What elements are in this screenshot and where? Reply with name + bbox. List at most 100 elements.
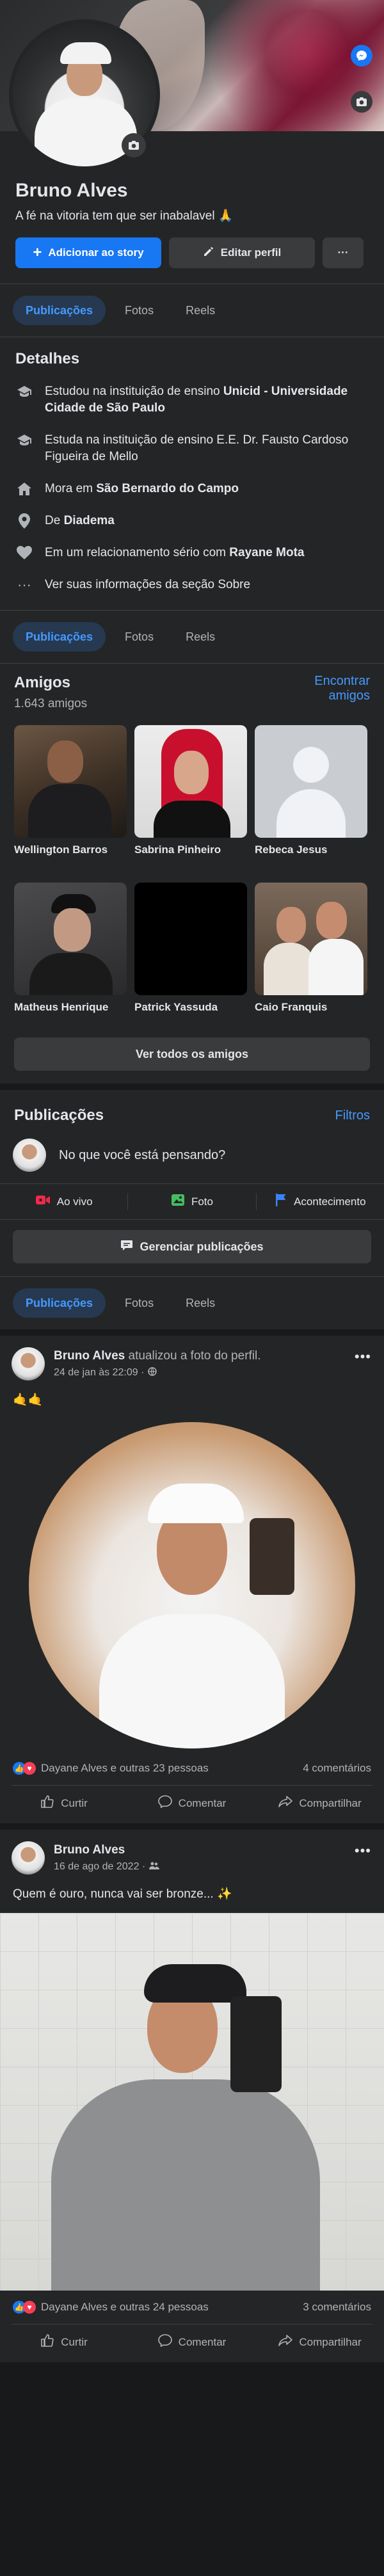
edit-profile-label: Editar perfil — [220, 246, 282, 259]
friend-card[interactable]: Rebeca Jesus — [255, 725, 367, 871]
quick-actions: Ao vivo Foto Acontecimento — [0, 1184, 384, 1219]
messenger-icon[interactable] — [351, 45, 372, 67]
reactions-bar[interactable]: 👍 ♥ Dayane Alves e outras 23 pessoas 4 c… — [0, 1752, 384, 1785]
share-button[interactable]: Compartilhar — [256, 2333, 384, 2351]
globe-icon — [148, 1366, 157, 1379]
post-image[interactable] — [0, 1913, 384, 2291]
details-section: Detalhes Estudou na instituição de ensin… — [0, 337, 384, 610]
friend-name[interactable]: Caio Franquis — [255, 1000, 367, 1028]
detail-text: Estuda na instituição de ensino E.E. Dr.… — [45, 433, 349, 463]
comments-count[interactable]: 3 comentários — [303, 2301, 371, 2314]
post-date[interactable]: 16 de ago de 2022 · — [54, 1861, 145, 1873]
reactions-bar[interactable]: 👍 ♥ Dayane Alves e outras 24 pessoas 3 c… — [0, 2291, 384, 2324]
like-label: Curtir — [61, 2335, 88, 2348]
like-button[interactable]: Curtir — [0, 2333, 128, 2351]
plus-icon: + — [33, 244, 42, 261]
comments-count[interactable]: 4 comentários — [303, 1762, 371, 1775]
tab-publicacoes[interactable]: Publicações — [13, 1288, 106, 1318]
post-author[interactable]: Bruno Alves — [54, 1843, 125, 1857]
friend-name[interactable]: Patrick Yassuda — [134, 1000, 247, 1028]
profile-name: Bruno Alves — [15, 180, 128, 201]
post-text: Quem é ouro, nunca vai ser bronze... ✨ — [13, 1887, 232, 1901]
details-title: Detalhes — [15, 350, 80, 367]
camera-icon[interactable] — [351, 91, 372, 113]
detail-bold[interactable]: São Bernardo do Campo — [96, 482, 239, 495]
like-label: Curtir — [61, 1796, 88, 1809]
event-label: Acontecimento — [294, 1195, 366, 1208]
friend-photo[interactable] — [14, 883, 127, 995]
photo-button[interactable]: Foto — [128, 1193, 255, 1210]
post-author[interactable]: Bruno Alves — [54, 1349, 125, 1363]
friend-photo-placeholder[interactable] — [255, 725, 367, 838]
profile-header: Bruno Alves A fé na vitoria tem que ser … — [0, 0, 384, 337]
share-button[interactable]: Compartilhar — [256, 1795, 384, 1812]
detail-item: Em um relacionamento sério com Rayane Mo… — [15, 545, 369, 561]
detail-item: Estudou na instituição de ensino Unicid … — [15, 383, 369, 417]
manage-posts-button[interactable]: Gerenciar publicações — [13, 1230, 371, 1263]
tab-publicacoes[interactable]: Publicações — [13, 622, 106, 652]
post-date[interactable]: 24 de jan às 22:09 · — [54, 1367, 144, 1379]
filters-link[interactable]: Filtros — [335, 1108, 370, 1123]
detail-item: Mora em São Bernardo do Campo — [15, 481, 369, 497]
default-avatar-icon — [293, 747, 329, 783]
like-button[interactable]: Curtir — [0, 1795, 128, 1812]
see-all-friends-button[interactable]: Ver todos os amigos — [14, 1037, 370, 1071]
post-card: Bruno Alves 16 de ago de 2022 · ••• Quem… — [0, 1830, 384, 2362]
friends-count: 1.643 amigos — [14, 697, 88, 710]
post-image[interactable] — [0, 1419, 384, 1752]
composer-input[interactable]: No que você está pensando? — [59, 1148, 225, 1163]
friend-name[interactable]: Sabrina Pinheiro — [134, 843, 247, 871]
more-options-button[interactable]: ··· — [323, 237, 364, 268]
live-button[interactable]: Ao vivo — [0, 1193, 127, 1210]
avatar[interactable] — [12, 1841, 45, 1875]
comment-icon — [157, 1795, 172, 1811]
tab-publicacoes[interactable]: Publicações — [13, 296, 106, 325]
friend-photo[interactable] — [14, 725, 127, 838]
detail-bold[interactable]: Rayane Mota — [229, 546, 304, 559]
add-story-button[interactable]: + Adicionar ao story — [15, 237, 161, 268]
friend-card[interactable]: Caio Franquis — [255, 883, 367, 1028]
thumbs-up-icon — [40, 1795, 54, 1812]
avatar[interactable] — [13, 1139, 46, 1172]
posts-tabs: Publicações Fotos Reels — [0, 1277, 384, 1329]
location-pin-icon — [15, 513, 33, 529]
detail-text: Em um relacionamento sério com — [45, 546, 230, 559]
tab-fotos[interactable]: Fotos — [112, 296, 166, 325]
friend-name[interactable]: Wellington Barros — [14, 843, 127, 871]
event-button[interactable]: Acontecimento — [257, 1193, 384, 1210]
friend-name[interactable]: Rebeca Jesus — [255, 843, 367, 871]
comment-button[interactable]: Comentar — [128, 2333, 256, 2351]
find-friends-link[interactable]: Encontrar amigos — [293, 674, 370, 703]
camera-icon[interactable] — [122, 133, 146, 157]
detail-bold[interactable]: Diadema — [64, 514, 115, 527]
avatar[interactable] — [12, 1347, 45, 1380]
friend-name[interactable]: Matheus Henrique — [14, 1000, 127, 1028]
friend-card[interactable]: Sabrina Pinheiro — [134, 725, 247, 871]
friend-photo[interactable] — [255, 883, 367, 995]
reaction-icons: 👍 ♥ — [13, 1762, 36, 1775]
composer[interactable]: No que você está pensando? — [0, 1124, 384, 1183]
post-options-icon[interactable]: ••• — [355, 1348, 371, 1365]
edit-profile-button[interactable]: Editar perfil — [169, 237, 315, 268]
friend-card[interactable]: Patrick Yassuda — [134, 883, 247, 1028]
tab-fotos[interactable]: Fotos — [112, 1288, 166, 1318]
tab-reels[interactable]: Reels — [173, 296, 228, 325]
detail-item: De Diadema — [15, 513, 369, 529]
detail-text: De — [45, 514, 64, 527]
friend-card[interactable]: Matheus Henrique — [14, 883, 127, 1028]
friend-card[interactable]: Wellington Barros — [14, 725, 127, 871]
friend-photo[interactable] — [134, 883, 247, 995]
friend-photo[interactable] — [134, 725, 247, 838]
love-icon: ♥ — [23, 1762, 36, 1775]
comment-label: Comentar — [178, 1796, 227, 1809]
post-options-icon[interactable]: ••• — [355, 1843, 371, 1859]
detail-item[interactable]: ··· Ver suas informações da seção Sobre — [15, 577, 369, 593]
share-label: Compartilhar — [299, 1796, 362, 1809]
tab-reels[interactable]: Reels — [173, 1288, 228, 1318]
friends-grid: Wellington Barros Sabrina Pinheiro Rebec… — [14, 725, 370, 1028]
tab-reels[interactable]: Reels — [173, 622, 228, 652]
profile-tabs-secondary: Publicações Fotos Reels — [0, 611, 384, 663]
tab-fotos[interactable]: Fotos — [112, 622, 166, 652]
comment-button[interactable]: Comentar — [128, 1795, 256, 1812]
reactions-text: Dayane Alves e outras 24 pessoas — [41, 2301, 209, 2313]
